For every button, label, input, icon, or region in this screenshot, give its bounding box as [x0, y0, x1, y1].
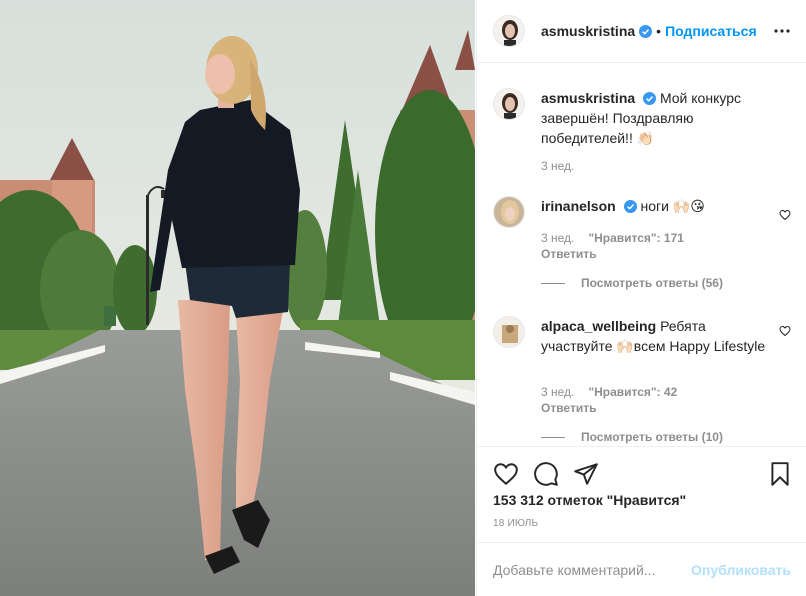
- comment-likes-count[interactable]: "Нравится": 171: [588, 231, 684, 245]
- reply-button[interactable]: Ответить: [541, 246, 596, 262]
- author-avatar[interactable]: [493, 15, 525, 47]
- comment-time[interactable]: 3 нед.: [541, 385, 574, 399]
- post-date[interactable]: 18 ИЮЛЬ: [493, 518, 538, 529]
- comment-item: irinanelson ноги 🙌🏻😘 3 нед. "Нравится": 1…: [493, 196, 791, 296]
- view-replies-label: Посмотреть ответы (56): [581, 276, 723, 290]
- heart-icon[interactable]: [493, 461, 519, 487]
- post-photo-illustration: [0, 0, 475, 596]
- bookmark-icon[interactable]: [767, 461, 793, 487]
- divider-line: [541, 282, 565, 284]
- view-replies-label: Посмотреть ответы (10): [581, 430, 723, 444]
- verified-badge-icon: [623, 198, 637, 213]
- separator-dot: •: [656, 23, 662, 39]
- caption-body: asmuskristina Мой конкурс завершён! Позд…: [541, 88, 767, 148]
- comment-username[interactable]: irinanelson: [541, 198, 616, 214]
- caption-avatar[interactable]: [493, 88, 525, 120]
- comment-text: ноги 🙌🏻😘: [640, 198, 705, 214]
- reply-button[interactable]: Ответить: [541, 400, 596, 416]
- comment-likes-count[interactable]: "Нравится": 42: [588, 385, 677, 399]
- paper-plane-icon[interactable]: [573, 461, 599, 487]
- post-photo[interactable]: [0, 0, 475, 596]
- comment-meta: 3 нед. "Нравится": 171: [541, 230, 684, 246]
- author-username[interactable]: asmuskristina: [541, 23, 635, 39]
- caption: asmuskristina Мой конкурс завершён! Позд…: [493, 88, 791, 178]
- action-bar: [477, 446, 806, 498]
- comment-body: alpaca_wellbeing Ребята участвуйте 🙌🏻все…: [541, 316, 767, 356]
- verified-badge-icon: [639, 24, 653, 38]
- more-options-icon[interactable]: [773, 22, 791, 40]
- comment-time[interactable]: 3 нед.: [541, 231, 574, 245]
- divider-line: [541, 436, 565, 438]
- comments-list[interactable]: asmuskristina Мой конкурс завершён! Позд…: [477, 64, 806, 446]
- comment-item: alpaca_wellbeing Ребята участвуйте 🙌🏻все…: [493, 316, 791, 444]
- comment-meta: 3 нед. "Нравится": 42: [541, 384, 677, 400]
- follow-button[interactable]: Подписаться: [665, 23, 757, 39]
- comment-like-heart-icon[interactable]: [779, 324, 791, 337]
- comment-input[interactable]: [493, 561, 692, 578]
- likes-count[interactable]: 153 312 отметок "Нравится": [493, 492, 686, 508]
- caption-time[interactable]: 3 нед.: [541, 158, 574, 174]
- add-comment-bar: Опубликовать: [477, 542, 806, 596]
- view-replies-button[interactable]: Посмотреть ответы (56): [541, 276, 723, 290]
- post-header: asmuskristina • Подписаться: [477, 0, 806, 63]
- comment-icon[interactable]: [533, 461, 559, 487]
- commenter-avatar[interactable]: [493, 316, 525, 348]
- view-replies-button[interactable]: Посмотреть ответы (10): [541, 430, 723, 444]
- publish-button[interactable]: Опубликовать: [691, 562, 791, 578]
- verified-badge-icon: [643, 90, 657, 105]
- commenter-avatar[interactable]: [493, 196, 525, 228]
- post-details-pane: asmuskristina • Подписаться asmuskristin…: [476, 0, 806, 596]
- comment-like-heart-icon[interactable]: [779, 208, 791, 221]
- caption-username[interactable]: asmuskristina: [541, 90, 635, 106]
- comment-username[interactable]: alpaca_wellbeing: [541, 318, 656, 334]
- comment-body: irinanelson ноги 🙌🏻😘: [541, 196, 767, 216]
